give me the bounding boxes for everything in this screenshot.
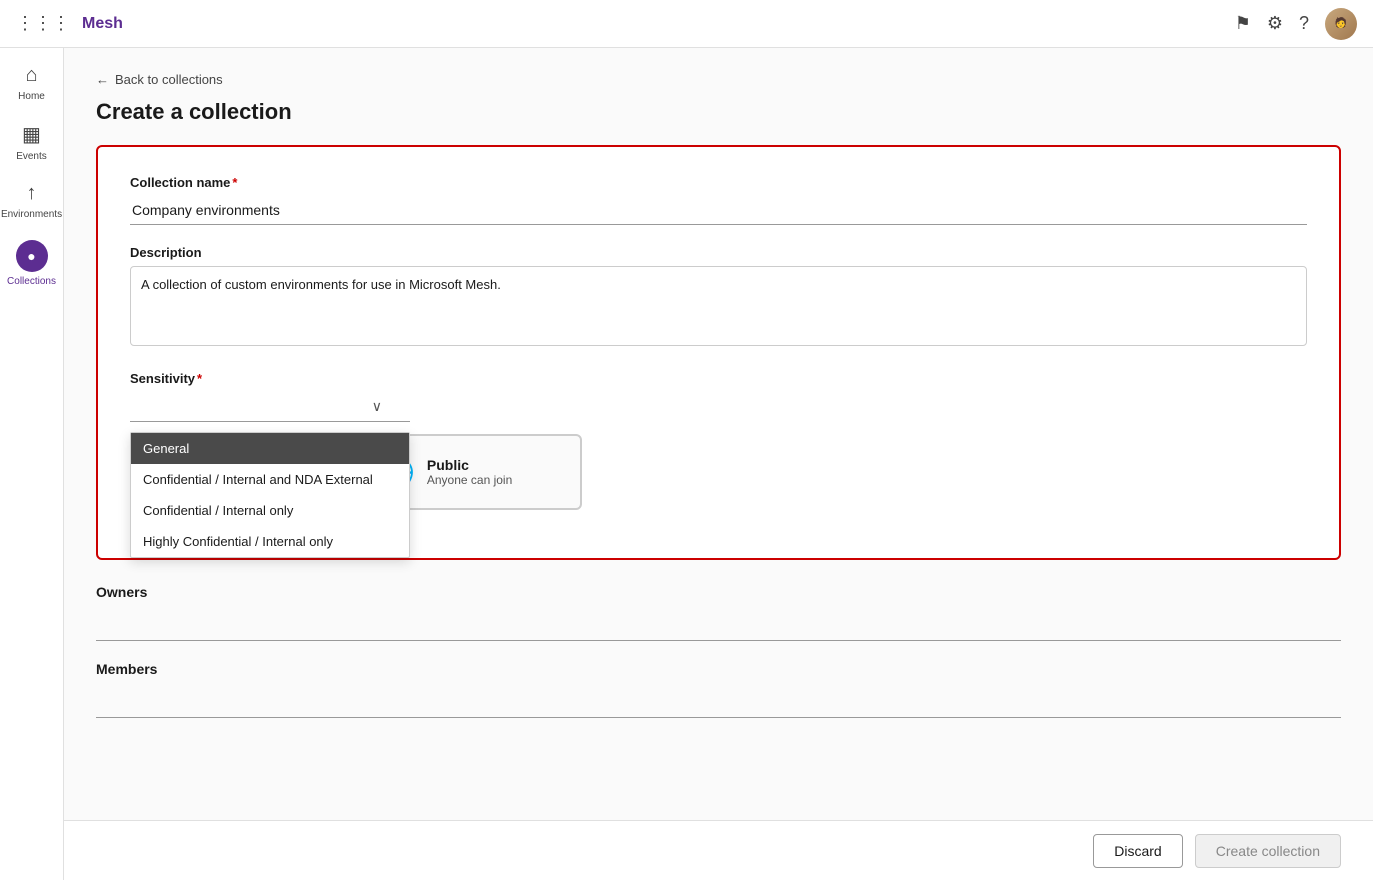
sensitivity-field-group: Sensitivity* ∨ General Confidential / In… (130, 371, 1307, 510)
sidebar-item-label-collections: Collections (7, 276, 56, 287)
sensitivity-option-highly-confidential[interactable]: Highly Confidential / Internal only (131, 526, 409, 557)
chevron-down-icon: ∨ (372, 398, 382, 415)
sensitivity-option-confidential-nda[interactable]: Confidential / Internal and NDA External (131, 464, 409, 495)
sidebar: ⌂ Home ▦ Events ↑ Environments ● Collect… (0, 48, 64, 880)
permission-public-text: Public Anyone can join (427, 457, 512, 487)
discard-button[interactable]: Discard (1093, 834, 1182, 868)
grid-icon[interactable]: ⋮⋮⋮ (16, 13, 70, 34)
sensitivity-option-general[interactable]: General (131, 433, 409, 464)
app-title: Mesh (82, 15, 1223, 33)
sidebar-item-label-events: Events (16, 151, 47, 162)
description-field-group: Description A collection of custom envir… (130, 245, 1307, 351)
collection-name-label: Collection name* (130, 175, 1307, 190)
sensitivity-label: Sensitivity* (130, 371, 1307, 386)
members-section: Members (96, 661, 1341, 718)
collection-name-field-group: Collection name* (130, 175, 1307, 225)
main-layout: ⌂ Home ▦ Events ↑ Environments ● Collect… (0, 48, 1373, 880)
collection-name-input[interactable] (130, 196, 1307, 225)
sidebar-item-label-environments: Environments (1, 209, 62, 220)
create-collection-button[interactable]: Create collection (1195, 834, 1341, 868)
sidebar-item-home[interactable]: ⌂ Home (0, 56, 63, 110)
sensitivity-dropdown-trigger[interactable]: ∨ (130, 392, 410, 422)
environments-icon: ↑ (27, 182, 37, 205)
back-arrow-icon: ← (96, 72, 109, 87)
create-collection-form: Collection name* Description A collectio… (96, 145, 1341, 560)
owners-label: Owners (96, 584, 1341, 600)
permission-public-title: Public (427, 457, 512, 473)
home-icon: ⌂ (25, 64, 37, 87)
help-icon[interactable]: ? (1299, 13, 1309, 34)
sensitivity-dropdown-wrapper: ∨ General Confidential / Internal and ND… (130, 392, 410, 422)
content-area: ← Back to collections Create a collectio… (64, 48, 1373, 880)
events-icon: ▦ (22, 122, 41, 147)
members-label: Members (96, 661, 1341, 677)
topbar: ⋮⋮⋮ Mesh ⚑ ⚙ ? 🧑 (0, 0, 1373, 48)
sensitivity-option-confidential-internal[interactable]: Confidential / Internal only (131, 495, 409, 526)
topbar-actions: ⚑ ⚙ ? 🧑 (1235, 8, 1357, 40)
action-bar: Discard Create collection (64, 820, 1373, 880)
sensitivity-dropdown-menu: General Confidential / Internal and NDA … (130, 432, 410, 558)
collections-icon: ● (16, 240, 48, 272)
sidebar-item-label-home: Home (18, 91, 45, 102)
avatar[interactable]: 🧑 (1325, 8, 1357, 40)
sidebar-item-environments[interactable]: ↑ Environments (0, 174, 63, 228)
description-input[interactable]: A collection of custom environments for … (130, 266, 1307, 346)
sidebar-item-collections[interactable]: ● Collections (0, 232, 63, 295)
owners-section: Owners (96, 584, 1341, 641)
back-link-text: Back to collections (115, 72, 223, 87)
flag-icon[interactable]: ⚑ (1235, 13, 1251, 34)
gear-icon[interactable]: ⚙ (1267, 13, 1283, 34)
page-title: Create a collection (96, 99, 1341, 125)
back-link[interactable]: ← Back to collections (96, 72, 1341, 87)
members-input[interactable] (96, 685, 1341, 718)
owners-input[interactable] (96, 608, 1341, 641)
permission-public-sub: Anyone can join (427, 473, 512, 487)
required-indicator: * (232, 175, 237, 190)
sensitivity-required-indicator: * (197, 371, 202, 386)
sidebar-item-events[interactable]: ▦ Events (0, 114, 63, 170)
description-label: Description (130, 245, 1307, 260)
